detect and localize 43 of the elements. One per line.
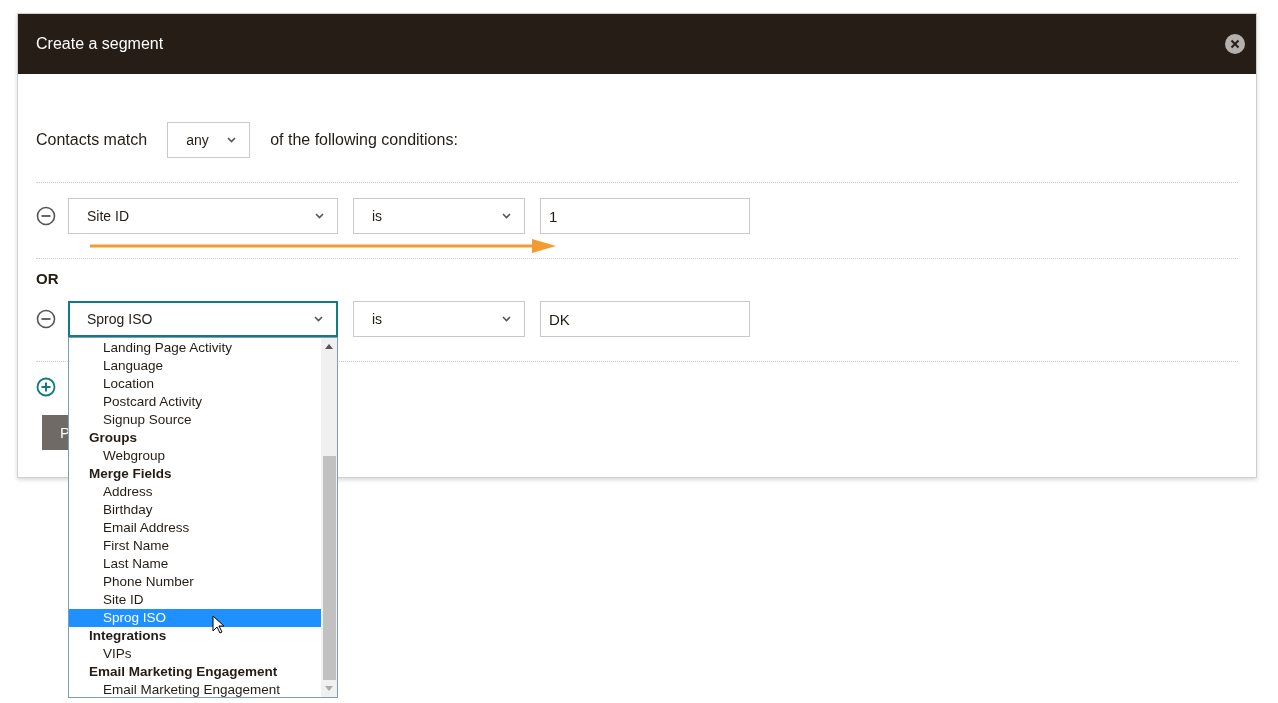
dropdown-option[interactable]: Site ID (69, 591, 321, 609)
dropdown-option[interactable]: Postcard Activity (69, 393, 321, 411)
dialog-title: Create a segment (36, 35, 164, 53)
or-label: OR (36, 270, 60, 287)
dropdown-option[interactable]: Email Marketing Engagement (69, 681, 321, 699)
dropdown-option[interactable]: Language (69, 357, 321, 375)
dropdown-option[interactable]: Address (69, 483, 321, 501)
dropdown-option[interactable]: Phone Number (69, 573, 321, 591)
remove-condition-button[interactable] (36, 309, 56, 329)
mouse-pointer-icon (212, 615, 225, 634)
group-heading: Email Marketing Engagement (88, 663, 279, 681)
match-label: Contacts match (36, 131, 148, 149)
group-heading: Integrations (88, 627, 168, 645)
dropdown-option[interactable]: Landing Page Activity (69, 339, 321, 357)
dropdown-option[interactable]: Email Address (69, 519, 321, 537)
scrollbar[interactable] (321, 338, 337, 697)
dropdown-option[interactable]: Signup Source (69, 411, 321, 429)
caret-icon (315, 213, 324, 219)
caret-icon (314, 316, 323, 322)
add-condition-button[interactable] (36, 377, 56, 397)
group-heading: Merge Fields (88, 465, 173, 483)
dropdown-option[interactable]: Last Name (69, 555, 321, 573)
match-suffix: of the following conditions: (270, 131, 458, 149)
group-heading: Groups (88, 429, 138, 447)
close-button[interactable] (1225, 34, 1245, 54)
caret-icon (502, 213, 511, 219)
remove-condition-button[interactable] (36, 206, 56, 226)
caret-icon (227, 137, 237, 143)
operator-select[interactable]: is (353, 301, 525, 337)
caret-icon (502, 316, 511, 322)
operator-select[interactable]: is (353, 198, 525, 234)
value-field[interactable]: 1 (540, 198, 750, 234)
dropdown-option[interactable]: Webgroup (69, 447, 321, 465)
scroll-up-icon[interactable] (325, 344, 333, 349)
field-select[interactable]: Sprog ISO (68, 301, 338, 337)
value-field[interactable]: DK (540, 301, 750, 337)
dropdown-option[interactable]: Birthday (69, 501, 321, 519)
match-select[interactable]: any (167, 122, 251, 158)
dropdown-option[interactable]: First Name (69, 537, 321, 555)
field-select[interactable]: Site ID (68, 198, 338, 234)
dropdown-option[interactable]: VIPs (69, 645, 321, 663)
scrollbar-thumb[interactable] (322, 456, 336, 680)
dropdown-option[interactable]: Location (69, 375, 321, 393)
